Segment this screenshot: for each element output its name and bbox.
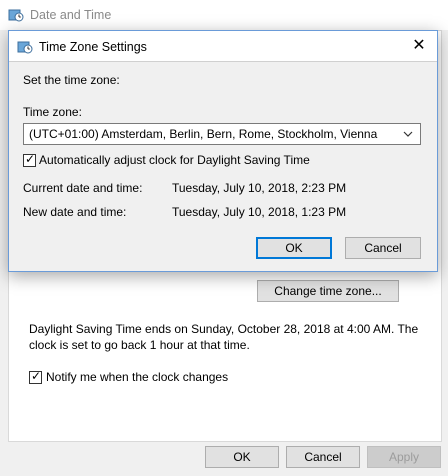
chevron-down-icon [402, 126, 414, 145]
dialog-divider [9, 61, 437, 62]
change-time-zone-button[interactable]: Change time zone... [257, 280, 399, 302]
dialog-ok-button[interactable]: OK [256, 237, 332, 259]
set-time-zone-label: Set the time zone: [23, 73, 120, 87]
notify-checkbox[interactable]: ✓ [29, 369, 42, 384]
time-zone-select[interactable]: (UTC+01:00) Amsterdam, Berlin, Bern, Rom… [23, 123, 421, 145]
dialog-titlebar[interactable]: Time Zone Settings ✕ [9, 31, 437, 61]
new-datetime-value: Tuesday, July 10, 2018, 1:23 PM [172, 205, 347, 219]
notify-label[interactable]: Notify me when the clock changes [46, 370, 228, 384]
dialog-title: Time Zone Settings [39, 40, 147, 54]
clock-globe-icon [8, 7, 24, 23]
dst-info-line2: clock is set to go back 1 hour at that t… [29, 338, 250, 352]
parent-titlebar[interactable]: Date and Time [0, 0, 448, 30]
checkmark-icon: ✓ [31, 369, 42, 383]
current-datetime-label: Current date and time: [23, 181, 143, 195]
close-icon[interactable]: ✕ [407, 35, 431, 57]
current-datetime-value: Tuesday, July 10, 2018, 2:23 PM [172, 181, 347, 195]
new-datetime-label: New date and time: [23, 205, 127, 219]
time-zone-value: (UTC+01:00) Amsterdam, Berlin, Bern, Rom… [29, 127, 378, 141]
checkmark-icon: ✓ [25, 152, 36, 166]
parent-ok-button[interactable]: OK [205, 446, 279, 468]
parent-window-title: Date and Time [30, 8, 112, 22]
time-zone-settings-dialog: Time Zone Settings ✕ Set the time zone: … [8, 30, 438, 272]
parent-apply-button: Apply [367, 446, 441, 468]
dst-info-line1: Daylight Saving Time ends on Sunday, Oct… [29, 322, 419, 336]
auto-dst-checkbox[interactable]: ✓ [23, 152, 36, 167]
time-zone-label: Time zone: [23, 105, 82, 119]
auto-dst-label[interactable]: Automatically adjust clock for Daylight … [39, 153, 310, 167]
clock-globe-icon [17, 39, 33, 55]
dialog-cancel-button[interactable]: Cancel [345, 237, 421, 259]
parent-cancel-button[interactable]: Cancel [286, 446, 360, 468]
